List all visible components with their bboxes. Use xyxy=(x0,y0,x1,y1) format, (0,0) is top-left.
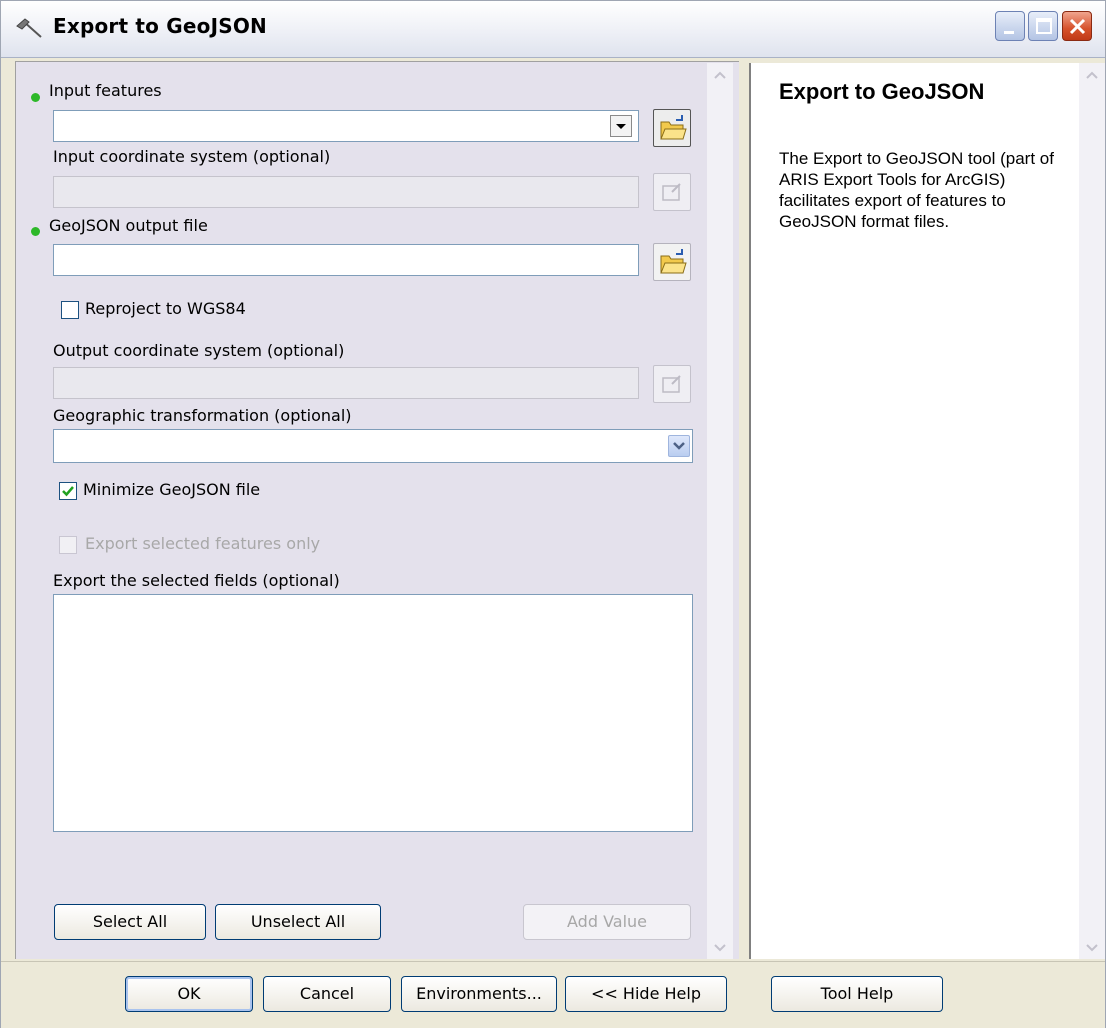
cancel-button[interactable]: Cancel xyxy=(263,976,391,1012)
scroll-up-button[interactable] xyxy=(1081,65,1103,85)
reproject-checkbox[interactable] xyxy=(61,301,79,319)
output-file-input[interactable] xyxy=(53,244,639,276)
open-folder-icon xyxy=(660,249,687,274)
required-indicator xyxy=(31,93,40,102)
output-coord-system-label: Output coordinate system (optional) xyxy=(53,341,345,360)
help-title: Export to GeoJSON xyxy=(779,79,985,104)
selected-only-label: Export selected features only xyxy=(85,534,321,553)
help-panel: Export to GeoJSON The Export to GeoJSON … xyxy=(749,63,1079,959)
chevron-down-icon xyxy=(616,124,626,129)
checkmark-icon xyxy=(62,486,74,497)
help-body: The Export to GeoJSON tool (part of ARIS… xyxy=(779,149,1054,231)
output-file-label: GeoJSON output file xyxy=(49,216,208,235)
output-coord-properties-button xyxy=(653,365,691,403)
geo-transformation-label: Geographic transformation (optional) xyxy=(53,406,352,425)
browse-input-button[interactable] xyxy=(653,109,691,147)
input-coord-system-field xyxy=(53,176,639,208)
scroll-up-button[interactable] xyxy=(709,65,731,85)
input-features-label: Input features xyxy=(49,81,162,100)
chevron-up-icon xyxy=(714,71,726,79)
output-coord-system-field xyxy=(53,367,639,399)
hammer-icon xyxy=(15,17,45,41)
hide-help-button[interactable]: << Hide Help xyxy=(565,976,727,1012)
window-title: Export to GeoJSON xyxy=(53,14,267,38)
close-button[interactable] xyxy=(1062,11,1092,41)
open-folder-icon xyxy=(660,115,687,140)
environments-button[interactable]: Environments... xyxy=(401,976,557,1012)
chevron-down-icon xyxy=(1086,944,1098,952)
minimize-button[interactable] xyxy=(995,11,1025,41)
geo-transformation-select[interactable] xyxy=(53,429,693,463)
title-bar[interactable]: Export to GeoJSON xyxy=(1,1,1105,58)
properties-icon xyxy=(662,183,681,201)
tool-help-button[interactable]: Tool Help xyxy=(771,976,943,1012)
help-scrollbar[interactable] xyxy=(1079,63,1105,959)
input-features-dropdown-button[interactable] xyxy=(610,115,632,137)
select-all-button[interactable]: Select All xyxy=(54,904,206,940)
browse-output-button[interactable] xyxy=(653,243,691,281)
scroll-down-button[interactable] xyxy=(1081,937,1103,957)
minimize-icon xyxy=(1004,31,1014,34)
maximize-button[interactable] xyxy=(1028,11,1058,41)
required-indicator xyxy=(31,227,40,236)
close-icon xyxy=(1069,18,1086,35)
input-coord-properties-button xyxy=(653,173,691,211)
dialog-window: Export to GeoJSON Input features Input c… xyxy=(0,0,1106,1028)
unselect-all-button[interactable]: Unselect All xyxy=(215,904,381,940)
selected-only-checkbox xyxy=(59,536,77,554)
properties-icon xyxy=(662,375,681,393)
ok-button[interactable]: OK xyxy=(125,976,253,1012)
chevron-down-icon xyxy=(673,442,685,450)
maximize-icon xyxy=(1036,18,1052,34)
fields-label: Export the selected fields (optional) xyxy=(53,571,340,590)
chevron-up-icon xyxy=(1086,71,1098,79)
chevron-down-icon xyxy=(714,944,726,952)
geo-transformation-dropdown-button[interactable] xyxy=(668,435,690,457)
minimize-checkbox[interactable] xyxy=(59,482,77,500)
add-value-button: Add Value xyxy=(523,904,691,940)
reproject-label: Reproject to WGS84 xyxy=(85,299,246,318)
minimize-label: Minimize GeoJSON file xyxy=(83,480,261,499)
parameters-scrollbar[interactable] xyxy=(707,63,733,959)
input-coord-system-label: Input coordinate system (optional) xyxy=(53,147,331,166)
fields-listbox[interactable] xyxy=(53,594,693,832)
scroll-down-button[interactable] xyxy=(709,937,731,957)
input-features-combo[interactable] xyxy=(53,110,639,142)
